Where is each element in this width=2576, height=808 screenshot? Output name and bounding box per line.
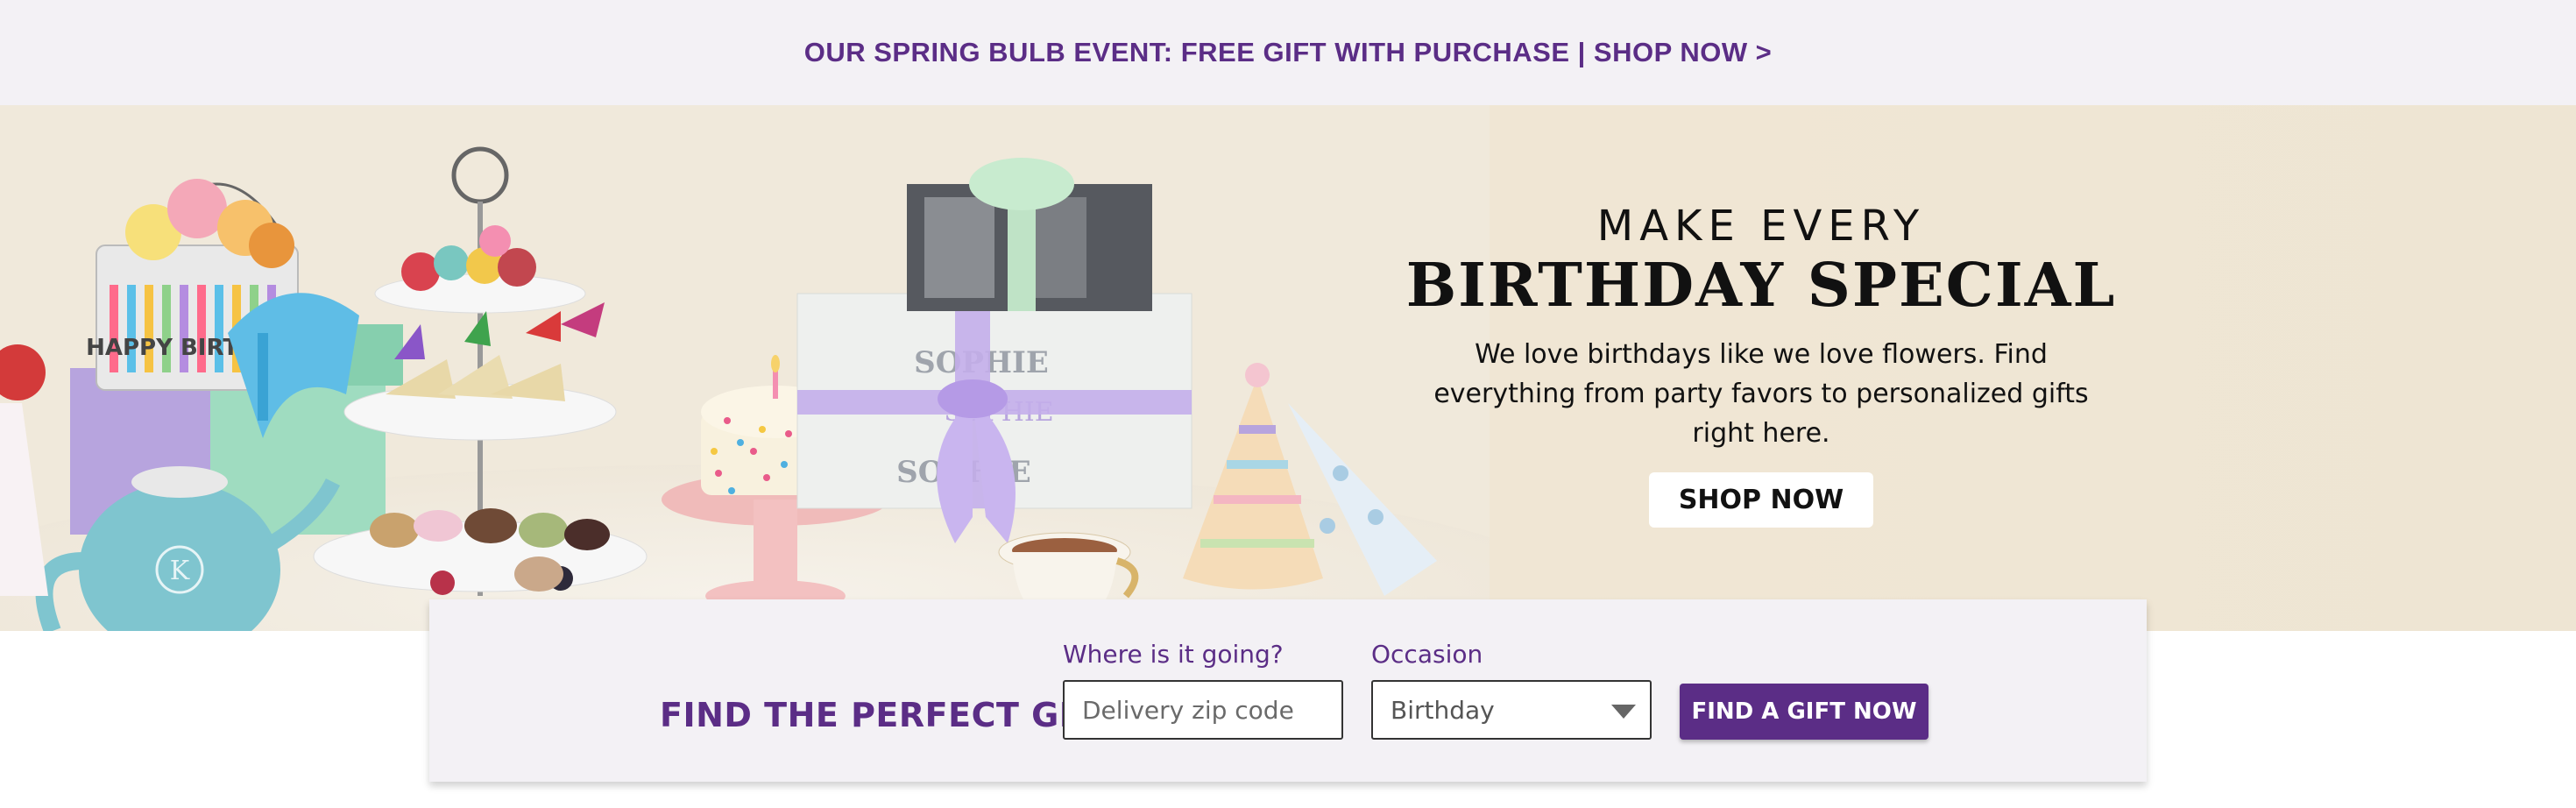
hero-banner[interactable]: HAPPY BIRTHDAY K MAKE EVERY BIRTHDAY SPE… (0, 105, 2576, 631)
shop-now-button[interactable]: SHOP NOW (1648, 472, 1874, 528)
gift-finder: FIND THE PERFECT GIFT Where is it going?… (429, 599, 2147, 782)
zip-label: Where is it going? (1063, 640, 1284, 669)
hero-copy: MAKE EVERY BIRTHDAY SPECIAL We love birt… (1367, 202, 2155, 528)
promo-banner: OUR SPRING BULB EVENT: FREE GIFT WITH PU… (0, 0, 2576, 105)
hero-title: BIRTHDAY SPECIAL (1405, 251, 2117, 321)
gift-finder-title: FIND THE PERFECT GIFT (660, 696, 1119, 734)
hero-description: We love birthdays like we love flowers. … (1433, 339, 2089, 449)
chevron-down-icon (1611, 705, 1636, 719)
occasion-select[interactable]: Birthday (1371, 680, 1652, 740)
occasion-label: Occasion (1371, 640, 1483, 669)
promo-link[interactable]: OUR SPRING BULB EVENT: FREE GIFT WITH PU… (804, 37, 1773, 68)
occasion-selected-value: Birthday (1391, 695, 1495, 725)
zip-code-input[interactable] (1063, 680, 1343, 740)
find-gift-button[interactable]: FIND A GIFT NOW (1680, 684, 1928, 740)
svg-text:K: K (170, 556, 190, 586)
hero-image: HAPPY BIRTHDAY K (0, 105, 1490, 631)
hero-kicker: MAKE EVERY (1596, 202, 1926, 251)
